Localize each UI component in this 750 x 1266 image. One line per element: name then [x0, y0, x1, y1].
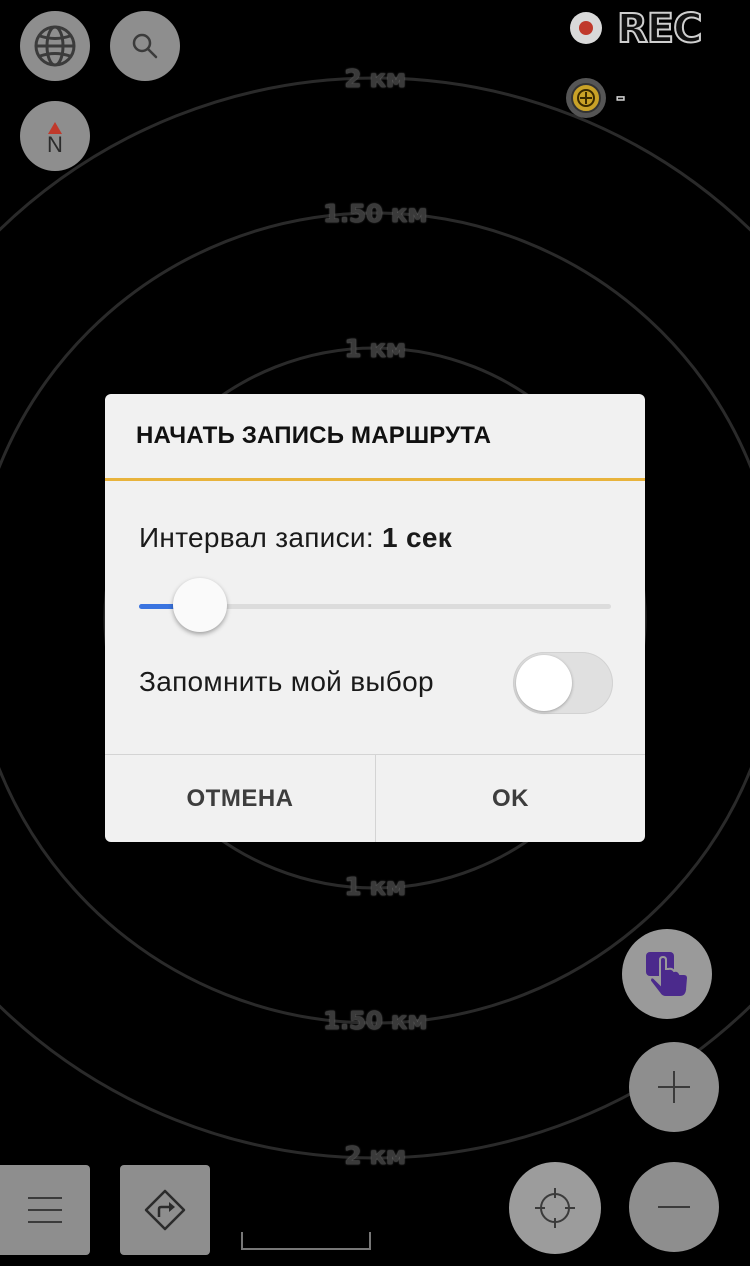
dialog-title-divider [105, 478, 645, 481]
interval-label: Интервал записи: [139, 522, 374, 553]
record-route-dialog: НАЧАТЬ ЗАПИСЬ МАРШРУТА Интервал записи: … [105, 394, 645, 842]
globe-icon [34, 25, 76, 67]
ring-label-1-50km-top: 1.50 км [322, 199, 428, 228]
rec-label: REC [616, 5, 704, 53]
my-location-button[interactable] [509, 1162, 601, 1254]
search-button[interactable] [110, 11, 180, 81]
touch-mode-button[interactable] [622, 929, 712, 1019]
scale-bar [241, 1232, 371, 1250]
ring-label-1-50km-bottom: 1.50 км [322, 1006, 428, 1035]
remember-choice-toggle[interactable] [513, 652, 613, 714]
compass-button[interactable]: N [20, 101, 90, 171]
layers-button[interactable] [20, 11, 90, 81]
minus-icon [658, 1206, 690, 1208]
hamburger-menu-icon [28, 1197, 62, 1223]
ring-label-1km-top: 1 км [344, 334, 406, 363]
gps-status-button[interactable] [566, 78, 606, 118]
dialog-title: НАЧАТЬ ЗАПИСЬ МАРШРУТА [136, 422, 492, 449]
menu-button[interactable] [0, 1165, 90, 1255]
compass-label: N [47, 132, 63, 157]
record-dot-icon [579, 21, 593, 35]
zoom-in-button[interactable] [629, 1042, 719, 1132]
cancel-button[interactable]: ОТМЕНА [105, 755, 375, 842]
interval-value: 1 сек [382, 522, 453, 553]
ok-button[interactable]: OK [376, 755, 645, 842]
remember-choice-label: Запомнить мой выбор [139, 666, 434, 697]
interval-slider-thumb[interactable] [173, 578, 228, 632]
interval-row: Интервал записи: 1 сек [139, 522, 452, 554]
plus-icon [658, 1071, 690, 1103]
hand-pointer-icon [646, 952, 690, 998]
ring-label-2km-top: 2 км [344, 64, 406, 93]
rec-button[interactable] [570, 12, 602, 44]
directions-icon [144, 1189, 186, 1231]
ring-label-2km-bottom: 2 км [344, 1141, 406, 1170]
gps-status-text: - [615, 85, 626, 112]
zoom-out-button[interactable] [629, 1162, 719, 1252]
gps-target-icon [571, 83, 601, 113]
remember-choice-toggle-knob [516, 655, 572, 711]
crosshair-icon [535, 1188, 575, 1228]
search-icon [132, 33, 158, 59]
directions-button[interactable] [120, 1165, 210, 1255]
ring-label-1km-bottom: 1 км [344, 872, 406, 901]
